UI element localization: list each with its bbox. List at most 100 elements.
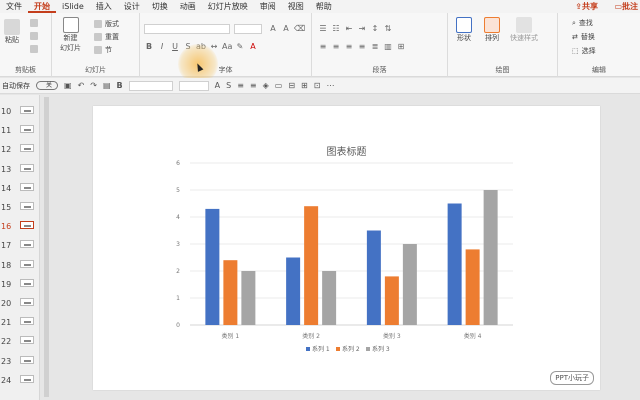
- qat-font-color-icon[interactable]: A: [215, 81, 220, 90]
- shapes-button[interactable]: 形状: [456, 17, 472, 43]
- new-slide-button[interactable]: 新建 幻灯片: [60, 17, 81, 53]
- qat-font-dropdown[interactable]: [128, 80, 173, 91]
- case-icon[interactable]: Aa: [222, 42, 232, 51]
- font-size-select[interactable]: [234, 24, 262, 34]
- section-button[interactable]: 节: [94, 45, 112, 55]
- share-button[interactable]: ⇪共享: [575, 1, 598, 12]
- grow-font-icon[interactable]: A: [268, 24, 278, 33]
- slide-thumbnail[interactable]: 19: [0, 277, 39, 296]
- slide-thumbnail[interactable]: 24: [0, 373, 39, 392]
- x-category-label: 类别 3: [383, 332, 401, 340]
- font-name-select[interactable]: [144, 24, 230, 34]
- slide-thumbnail[interactable]: 17: [0, 238, 39, 257]
- increase-indent-icon[interactable]: ⇥: [357, 24, 367, 33]
- qat-bold-icon[interactable]: B: [117, 81, 123, 90]
- slide-thumbnail[interactable]: 18: [0, 258, 39, 277]
- menu-animations[interactable]: 动画: [174, 0, 202, 13]
- slide-thumbnail[interactable]: 11: [0, 123, 39, 142]
- find-button[interactable]: ⌕ 查找: [572, 18, 593, 28]
- paste-button[interactable]: 粘贴: [4, 19, 20, 45]
- vertical-scrollbar[interactable]: [44, 97, 49, 397]
- font-color-icon[interactable]: A: [248, 42, 258, 51]
- qat-align-icon[interactable]: ⊡: [314, 81, 321, 90]
- start-slideshow-icon[interactable]: ▤: [103, 81, 111, 90]
- arrange-label: 排列: [485, 34, 499, 42]
- text-direction-icon[interactable]: ⇅: [383, 24, 393, 33]
- slide-thumbnail[interactable]: 15: [0, 200, 39, 219]
- smartart-icon[interactable]: ⊞: [396, 42, 406, 51]
- menu-review[interactable]: 审阅: [254, 0, 282, 13]
- menu-islide[interactable]: iSlide: [56, 0, 90, 13]
- qat-group-icon[interactable]: ⊞: [301, 81, 308, 90]
- comment-icon: ▭: [614, 2, 622, 11]
- qat-fill-icon[interactable]: ◈: [263, 81, 269, 90]
- arrange-button[interactable]: 排列: [484, 17, 500, 43]
- slide-number: 19: [1, 279, 12, 289]
- autosave-label: 自动保存: [2, 81, 30, 90]
- align-left-icon[interactable]: ≡: [318, 42, 328, 51]
- layout-button[interactable]: 版式: [94, 19, 119, 29]
- slide-thumbnail[interactable]: 10: [0, 104, 39, 123]
- slide-thumbnail[interactable]: 21: [0, 315, 39, 334]
- qat-outline-icon[interactable]: ▭: [275, 81, 283, 90]
- replace-button[interactable]: ⇄ 替换: [572, 32, 595, 42]
- qat-distribute-icon[interactable]: ⊟: [288, 81, 295, 90]
- clear-format-icon[interactable]: ⌫: [294, 24, 305, 33]
- menu-design[interactable]: 设计: [118, 0, 146, 13]
- reset-button[interactable]: 重置: [94, 32, 119, 42]
- undo-icon[interactable]: ↶: [78, 81, 85, 90]
- qat-more-icon[interactable]: ⋯: [326, 81, 334, 90]
- slide-thumbnail[interactable]: 23: [0, 354, 39, 373]
- menu-home[interactable]: 开始: [28, 0, 56, 13]
- reset-icon: [94, 33, 102, 41]
- font-size-dropdown[interactable]: [234, 24, 262, 34]
- align-right-icon[interactable]: ≡: [344, 42, 354, 51]
- columns-icon[interactable]: ▥: [383, 42, 393, 51]
- autosave-toggle[interactable]: 关: [36, 81, 58, 90]
- decrease-indent-icon[interactable]: ⇤: [344, 24, 354, 33]
- format-painter-button[interactable]: [30, 45, 38, 53]
- numbering-icon[interactable]: ☷: [331, 24, 341, 33]
- copy-button[interactable]: [30, 32, 38, 40]
- cut-button[interactable]: [30, 19, 38, 27]
- slide-thumbnail[interactable]: 12: [0, 142, 39, 161]
- qat-size-dropdown[interactable]: [178, 80, 209, 91]
- redo-icon[interactable]: ↷: [90, 81, 97, 90]
- slide-number: 13: [1, 164, 12, 174]
- slide-thumbnail[interactable]: 20: [0, 296, 39, 315]
- qat-align-center-icon[interactable]: ≡: [250, 81, 257, 90]
- slide-thumbnail[interactable]: 14: [0, 181, 39, 200]
- font-name-dropdown[interactable]: [144, 24, 230, 34]
- paragraph-label: 段落: [372, 66, 387, 74]
- slide-thumbnail[interactable]: 16: [0, 219, 39, 238]
- chart-plot[interactable]: 0 1 2 3 4 5 6 类别 1 类别 2 类别 3 类别 4 系列 1 系列 2 系列 3: [93, 106, 600, 390]
- select-button[interactable]: ⬚ 选择: [572, 46, 596, 56]
- menu-transitions[interactable]: 切换: [146, 0, 174, 13]
- slide-canvas[interactable]: 图表标题 0 1 2 3 4 5 6 类别 1 类别 2 类别 3 类别 4 系列 1 系列 2 系列 3…: [93, 106, 600, 390]
- quick-styles-button[interactable]: 快速样式: [510, 17, 538, 43]
- menu-slideshow[interactable]: 幻灯片放映: [202, 0, 254, 13]
- menu-insert[interactable]: 插入: [90, 0, 118, 13]
- slide-thumbnail[interactable]: 13: [0, 162, 39, 181]
- save-icon[interactable]: ▣: [64, 81, 72, 90]
- y-tick-label: 1: [176, 295, 180, 302]
- qat-align-left-icon[interactable]: ≡: [237, 81, 244, 90]
- underline-button[interactable]: U: [170, 42, 180, 51]
- shrink-font-icon[interactable]: A: [281, 24, 291, 33]
- menu-help[interactable]: 帮助: [310, 0, 338, 13]
- align-center-icon[interactable]: ≡: [331, 42, 341, 51]
- qat-shadow-icon[interactable]: S: [226, 81, 231, 90]
- slide-thumbnail[interactable]: 22: [0, 334, 39, 353]
- bar: [483, 190, 498, 325]
- comment-button[interactable]: ▭批注: [614, 1, 638, 12]
- menu-file[interactable]: 文件: [0, 0, 28, 13]
- line-spacing-icon[interactable]: ↕: [370, 24, 380, 33]
- highlight-icon[interactable]: ✎: [235, 42, 245, 51]
- distribute-icon[interactable]: ≣: [370, 42, 380, 51]
- quick-access-toolbar: 自动保存 关 ▣ ↶ ↷ ▤ B A S ≡ ≡ ◈ ▭ ⊟ ⊞ ⊡ ⋯: [0, 78, 640, 94]
- justify-icon[interactable]: ≡: [357, 42, 367, 51]
- bullets-icon[interactable]: ☰: [318, 24, 328, 33]
- menu-view[interactable]: 视图: [282, 0, 310, 13]
- italic-button[interactable]: I: [157, 42, 167, 51]
- bold-button[interactable]: B: [144, 42, 154, 51]
